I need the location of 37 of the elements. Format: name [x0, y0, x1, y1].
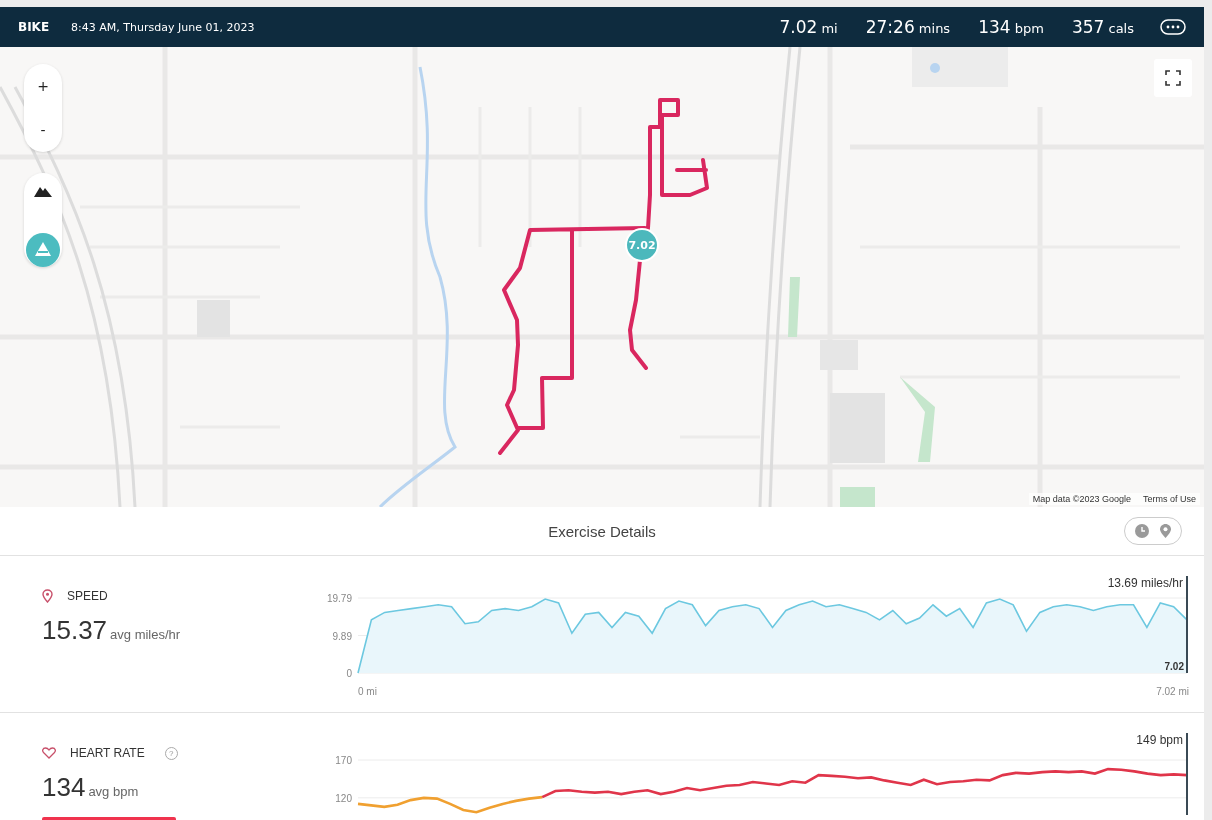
fullscreen-button[interactable]	[1154, 59, 1192, 97]
cursor-x-label: 7.02	[1164, 661, 1184, 672]
metric-label: SPEED	[67, 589, 108, 603]
axis-tick-label: 19.79	[326, 593, 352, 604]
zoom-out-button[interactable]: -	[24, 108, 62, 152]
route-view-icon[interactable]	[26, 233, 60, 267]
metric-value: 15.37	[42, 615, 108, 646]
axis-tick-label: 7.02 mi	[1156, 686, 1189, 697]
activity-datetime: 8:43 AM, Thursday June 01, 2023	[71, 20, 255, 34]
section-title: Exercise Details	[548, 522, 656, 540]
metric-label: HEART RATE	[70, 746, 145, 760]
metric-value: 134	[42, 772, 86, 803]
fullscreen-icon	[1165, 70, 1181, 86]
axis-tick-label: 9.89	[332, 630, 352, 642]
heart-icon	[42, 747, 56, 759]
metric-unit: avg bpm	[88, 784, 139, 799]
cursor-readout: 13.69 miles/hr	[1107, 576, 1183, 590]
location-pin-icon[interactable]	[1159, 524, 1171, 538]
axis-tick-label: 120	[335, 792, 352, 804]
summary-stat: 134 bpm	[978, 17, 1044, 37]
clock-icon[interactable]	[1135, 524, 1150, 538]
location-pin-icon	[42, 589, 53, 603]
summary-stat: 357 cals	[1071, 17, 1134, 37]
summary-stat: 27:26 mins	[865, 17, 951, 37]
axis-tick-label: 0	[346, 668, 352, 679]
more-button[interactable]	[1160, 19, 1186, 35]
cursor-readout: 149 bpm	[1136, 733, 1183, 747]
activity-type: BIKE	[18, 20, 50, 34]
axis-tick-label: 170	[335, 755, 352, 766]
zoom-in-button[interactable]: +	[24, 64, 62, 108]
cursor-line[interactable]	[1186, 575, 1188, 674]
terms-link[interactable]: Terms of Use	[1143, 494, 1196, 504]
axis-tick-label: 0 mi	[358, 686, 377, 697]
summary-stat: 7.02 mi	[779, 17, 838, 37]
map-attribution: Map data ©2023 Google	[1032, 494, 1131, 504]
metric-unit: avg miles/hr	[110, 627, 181, 642]
terrain-icon[interactable]	[34, 185, 52, 197]
